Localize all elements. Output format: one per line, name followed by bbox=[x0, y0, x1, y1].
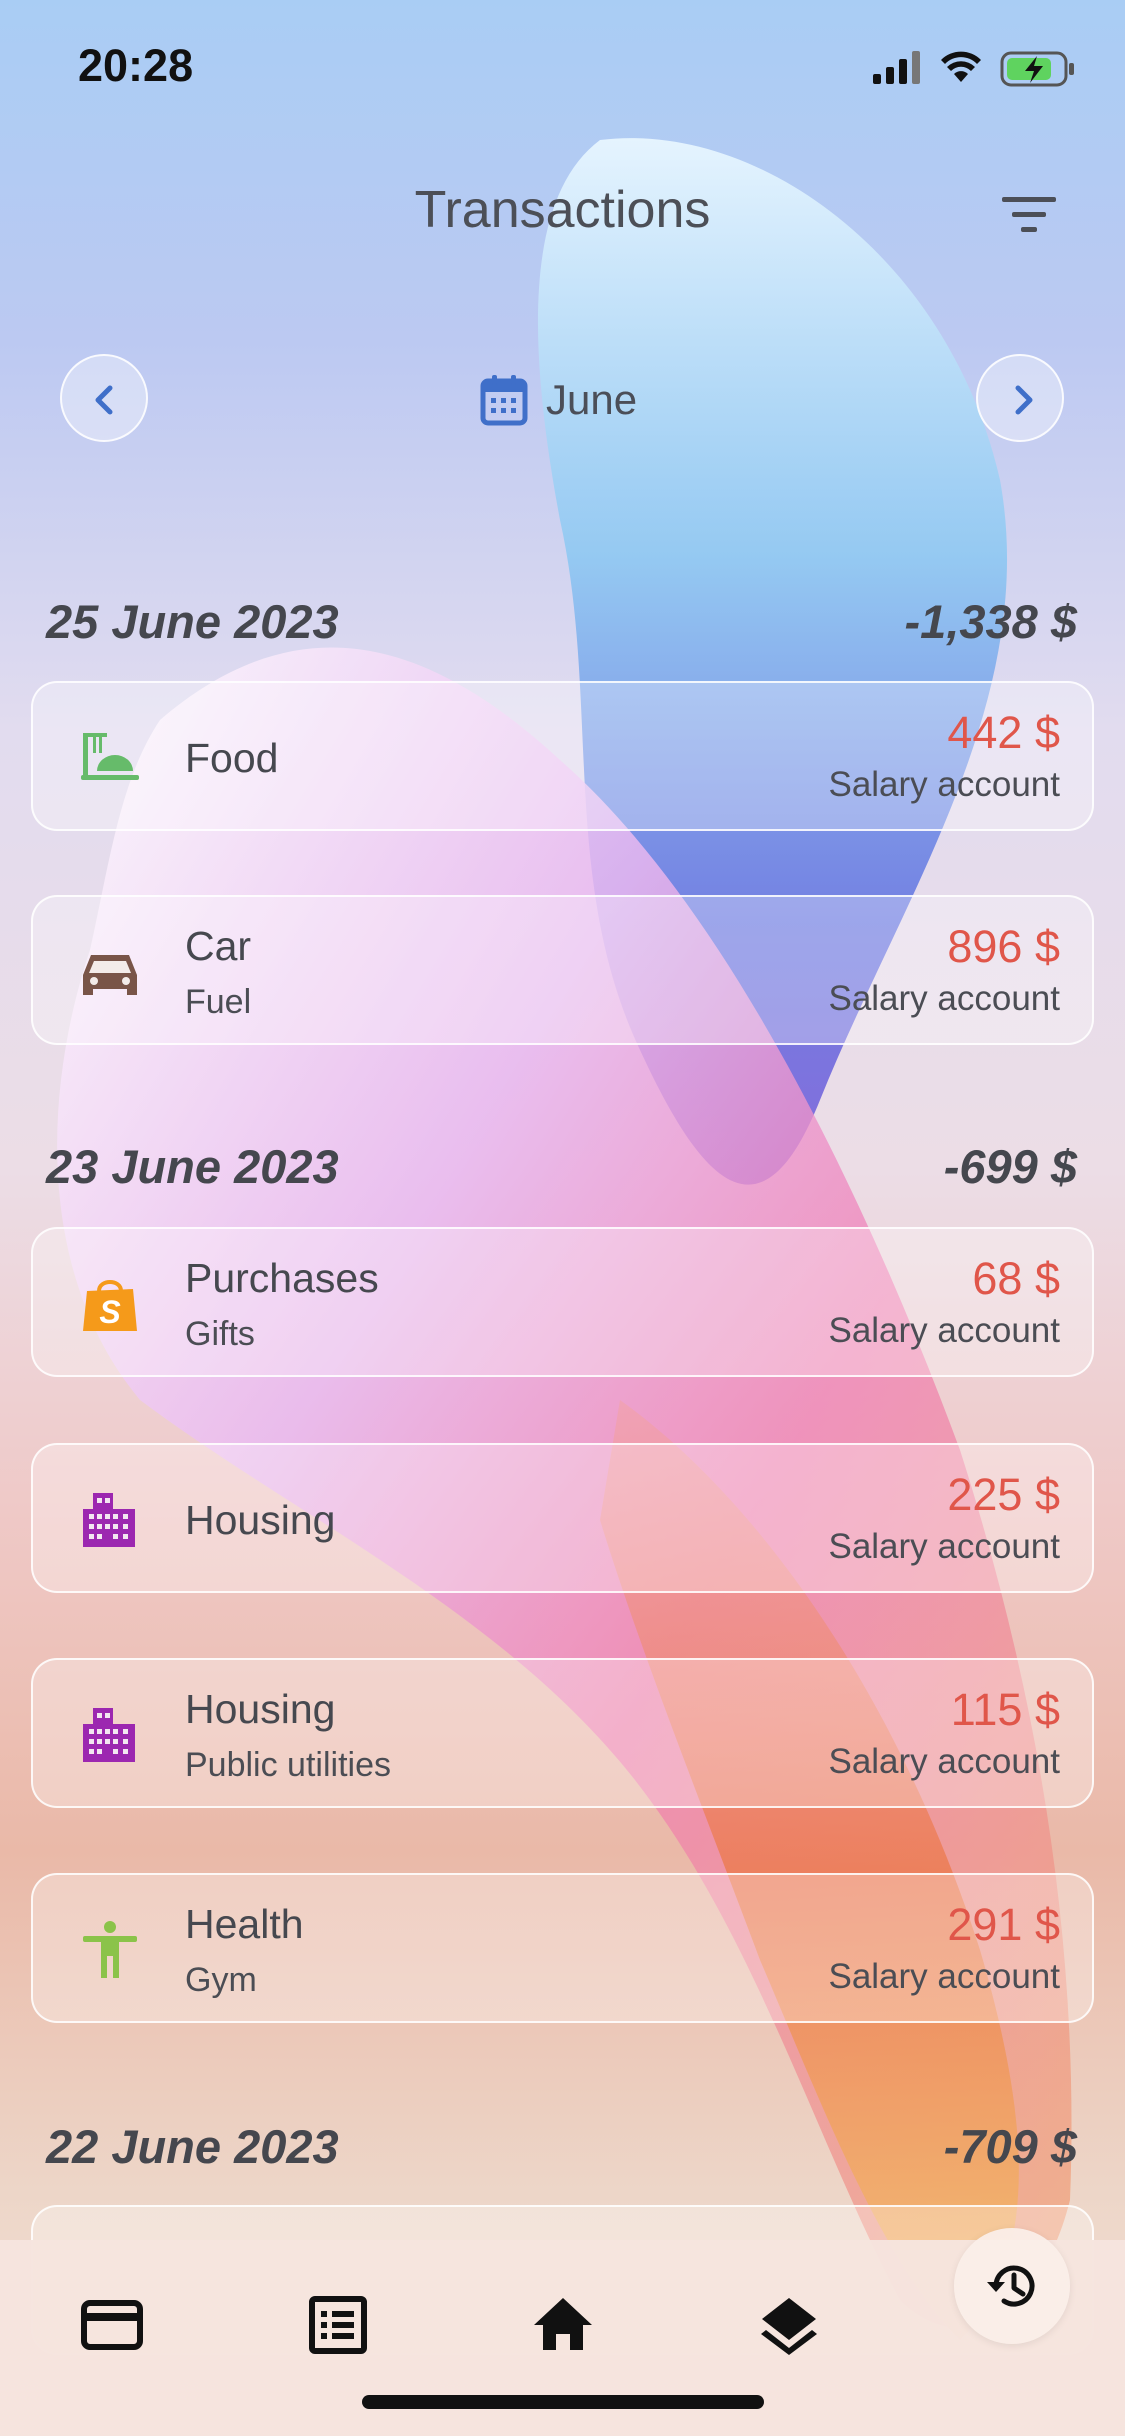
transaction-card[interactable]: S Purchases Gifts 68 $ Salary account bbox=[31, 1227, 1094, 1377]
transaction-category: Car bbox=[185, 923, 252, 969]
calendar-icon bbox=[480, 375, 528, 426]
transaction-subcategory: Public utilities bbox=[185, 1746, 391, 1784]
transaction-amount: 68 $ bbox=[972, 1253, 1060, 1304]
transaction-amount: 291 $ bbox=[947, 1899, 1060, 1950]
chevron-right-icon bbox=[1015, 385, 1033, 415]
transaction-subcategory: Gifts bbox=[185, 1315, 255, 1353]
wifi-icon bbox=[941, 51, 981, 82]
transaction-category: Housing bbox=[185, 1497, 336, 1543]
transaction-account: Salary account bbox=[828, 1311, 1060, 1350]
group-date: 25 June 2023 bbox=[46, 595, 339, 648]
transaction-account: Salary account bbox=[828, 1957, 1060, 1996]
next-month-button[interactable] bbox=[976, 354, 1064, 442]
status-time: 20:28 bbox=[78, 40, 194, 91]
svg-text:S: S bbox=[99, 1294, 121, 1330]
building-icon bbox=[83, 1708, 135, 1762]
page-title: Transactions bbox=[414, 181, 711, 239]
history-button[interactable] bbox=[954, 2228, 1070, 2344]
date-group-header: 25 June 2023 -1,338 $ bbox=[46, 594, 1077, 650]
previous-month-button[interactable] bbox=[60, 354, 148, 442]
food-icon bbox=[81, 733, 139, 780]
transaction-card[interactable]: Housing 225 $ Salary account bbox=[31, 1443, 1094, 1593]
date-group-header: 23 June 2023 -699 $ bbox=[46, 1139, 1077, 1195]
transaction-account: Salary account bbox=[828, 979, 1060, 1018]
transaction-card[interactable]: Health Gym 291 $ Salary account bbox=[31, 1873, 1094, 2023]
date-group-header: 22 June 2023 -709 $ bbox=[46, 2119, 1077, 2175]
transaction-subcategory: Fuel bbox=[185, 983, 252, 1021]
status-icons bbox=[873, 48, 1081, 93]
transaction-category: Housing bbox=[185, 1686, 336, 1732]
transaction-subcategory: Gym bbox=[185, 1961, 257, 1999]
building-icon bbox=[83, 1493, 135, 1547]
transaction-card[interactable]: Car Fuel 896 $ Salary account bbox=[31, 895, 1094, 1045]
signal-icon bbox=[873, 51, 920, 84]
battery-icon bbox=[1000, 51, 1074, 87]
group-total: -699 $ bbox=[943, 1140, 1077, 1193]
group-total: -709 $ bbox=[943, 2120, 1077, 2173]
list-icon[interactable] bbox=[305, 2292, 371, 2358]
month-label: June bbox=[546, 376, 638, 423]
layers-icon[interactable] bbox=[756, 2292, 822, 2358]
shopping-bag-icon: S bbox=[83, 1280, 137, 1331]
chevron-left-icon bbox=[95, 385, 113, 415]
transaction-amount: 442 $ bbox=[947, 707, 1060, 758]
group-date: 23 June 2023 bbox=[46, 1140, 339, 1193]
transaction-category: Food bbox=[185, 735, 279, 781]
person-icon bbox=[83, 1921, 137, 1978]
transaction-card[interactable]: Housing Public utilities 115 $ Salary ac… bbox=[31, 1658, 1094, 1808]
transaction-amount: 115 $ bbox=[950, 1684, 1060, 1735]
transaction-card[interactable]: Food 442 $ Salary account bbox=[31, 681, 1094, 831]
group-total: -1,338 $ bbox=[904, 595, 1077, 648]
transaction-amount: 896 $ bbox=[947, 921, 1060, 972]
transaction-account: Salary account bbox=[828, 1742, 1060, 1781]
car-icon bbox=[83, 955, 137, 995]
transaction-category: Purchases bbox=[185, 1255, 379, 1301]
history-icon bbox=[987, 2265, 1035, 2307]
filter-icon bbox=[1002, 197, 1056, 232]
transaction-amount: 225 $ bbox=[947, 1469, 1060, 1520]
filter-button[interactable] bbox=[990, 185, 1064, 245]
group-date: 22 June 2023 bbox=[46, 2120, 339, 2173]
home-indicator bbox=[362, 2395, 764, 2409]
card-icon[interactable] bbox=[79, 2292, 145, 2358]
home-icon[interactable] bbox=[530, 2292, 596, 2358]
transaction-account: Salary account bbox=[828, 1527, 1060, 1566]
transaction-category: Health bbox=[185, 1901, 304, 1947]
transaction-account: Salary account bbox=[828, 765, 1060, 804]
month-selector[interactable]: June bbox=[480, 370, 637, 430]
